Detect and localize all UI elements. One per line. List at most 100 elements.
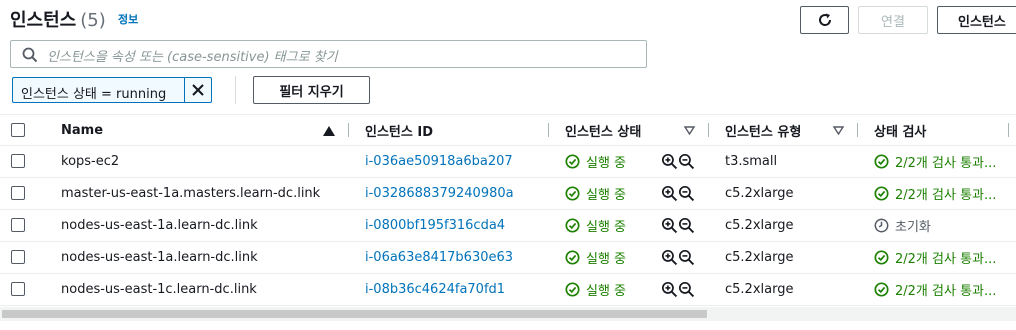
success-check-icon xyxy=(565,186,580,201)
instance-name: kops-ec2 xyxy=(61,146,346,177)
zoom-in-icon[interactable] xyxy=(661,153,678,170)
column-divider[interactable] xyxy=(548,123,549,137)
connect-button[interactable]: 연결 xyxy=(858,6,928,34)
status-check: 2/2개 검사 통과... xyxy=(874,242,1016,273)
success-check-icon xyxy=(874,250,889,265)
column-header-type-label: 인스턴스 유형 xyxy=(725,124,802,140)
success-check-icon xyxy=(565,282,580,297)
page-title: 인스턴스 (5) xyxy=(10,6,106,32)
instance-type: c5.2xlarge xyxy=(725,274,855,305)
instance-state-button[interactable]: 인스턴스 xyxy=(937,6,1016,34)
instance-type-text: c5.2xlarge xyxy=(725,218,794,233)
instance-name-text: nodes-us-east-1a.learn-dc.link xyxy=(61,250,258,265)
column-header-instance-id-label: 인스턴스 ID xyxy=(365,124,433,140)
column-header-status-check[interactable]: 상태 검사 xyxy=(874,115,1004,145)
instance-id-link[interactable]: i-0328688379240980a xyxy=(365,178,545,209)
instance-name-text: master-us-east-1a.masters.learn-dc.link xyxy=(61,186,321,201)
column-divider[interactable] xyxy=(1008,123,1009,137)
row-checkbox[interactable] xyxy=(11,250,25,264)
page-header: 인스턴스 (5) 정보 연결 인스턴스 xyxy=(0,0,1016,38)
zoom-controls xyxy=(661,242,697,273)
refresh-button[interactable] xyxy=(800,6,849,34)
zoom-in-icon[interactable] xyxy=(661,281,678,298)
select-all-checkbox[interactable] xyxy=(11,123,25,137)
column-header-name-label: Name xyxy=(61,122,104,138)
info-link[interactable]: 정보 xyxy=(118,11,138,27)
search-icon xyxy=(22,47,38,63)
filter-token[interactable]: 인스턴스 상태 = running xyxy=(12,77,212,103)
table-row[interactable]: master-us-east-1a.masters.learn-dc.link … xyxy=(0,178,1016,210)
column-divider[interactable] xyxy=(348,123,349,137)
page-title-text: 인스턴스 xyxy=(10,10,77,31)
zoom-out-icon[interactable] xyxy=(678,217,695,234)
instance-id-text: i-0800bf195f316cda4 xyxy=(365,218,506,233)
status-check: 2/2개 검사 통과... xyxy=(874,274,1016,305)
instance-state: 실행 중 xyxy=(565,210,655,241)
clock-icon xyxy=(874,218,889,233)
instance-id-link[interactable]: i-06a63e8417b630e63 xyxy=(365,242,545,273)
search-input[interactable]: 인스턴스을 속성 또는 (case-sensitive) 태그로 찾기 xyxy=(10,40,647,68)
instance-name-text: nodes-us-east-1c.learn-dc.link xyxy=(61,282,257,297)
refresh-icon xyxy=(818,13,831,26)
instance-id-text: i-0328688379240980a xyxy=(365,186,514,201)
instance-name: nodes-us-east-1c.learn-dc.link xyxy=(61,274,346,305)
zoom-in-icon[interactable] xyxy=(661,217,678,234)
instance-type: c5.2xlarge xyxy=(725,210,855,241)
instance-id-text: i-036ae50918a6ba207 xyxy=(365,154,513,169)
instance-state-text: 실행 중 xyxy=(586,284,627,299)
instance-id-link[interactable]: i-08b36c4624fa70fd1 xyxy=(365,274,545,305)
column-header-status-check-label: 상태 검사 xyxy=(874,124,927,140)
clear-filters-button[interactable]: 필터 지우기 xyxy=(253,76,370,104)
success-check-icon xyxy=(565,250,580,265)
table-row[interactable]: kops-ec2 i-036ae50918a6ba207 실행 중 t3.sma… xyxy=(0,146,1016,178)
column-header-state[interactable]: 인스턴스 상태 xyxy=(565,115,695,145)
status-check-text: 초기화 xyxy=(895,220,931,235)
success-check-icon xyxy=(874,154,889,169)
instance-state-text: 실행 중 xyxy=(586,156,627,171)
table-row[interactable]: nodes-us-east-1a.learn-dc.link i-0800bf1… xyxy=(0,210,1016,242)
horizontal-scrollbar[interactable] xyxy=(0,307,1016,321)
instance-id-link[interactable]: i-0800bf195f316cda4 xyxy=(365,210,545,241)
instance-count: (5) xyxy=(80,10,106,31)
zoom-out-icon[interactable] xyxy=(678,153,695,170)
success-check-icon xyxy=(874,186,889,201)
status-check-text: 2/2개 검사 통과... xyxy=(895,188,997,203)
zoom-in-icon[interactable] xyxy=(661,185,678,202)
column-divider[interactable] xyxy=(708,123,709,137)
success-check-icon xyxy=(565,154,580,169)
zoom-out-icon[interactable] xyxy=(678,185,695,202)
instance-type: c5.2xlarge xyxy=(725,178,855,209)
row-checkbox[interactable] xyxy=(11,282,25,296)
instance-id-link[interactable]: i-036ae50918a6ba207 xyxy=(365,146,545,177)
filter-token-label: 인스턴스 상태 = running xyxy=(21,87,167,102)
row-checkbox[interactable] xyxy=(11,218,25,232)
instance-name: master-us-east-1a.masters.learn-dc.link xyxy=(61,178,346,209)
filter-caret-icon[interactable] xyxy=(684,126,695,135)
column-header-name[interactable]: Name xyxy=(61,115,346,145)
table-row[interactable]: nodes-us-east-1a.learn-dc.link i-06a63e8… xyxy=(0,242,1016,274)
column-divider[interactable] xyxy=(857,123,858,137)
scrollbar-thumb[interactable] xyxy=(2,310,707,318)
status-check: 2/2개 검사 통과... xyxy=(874,178,1016,209)
instance-id-text: i-08b36c4624fa70fd1 xyxy=(365,282,506,297)
remove-filter-button[interactable] xyxy=(185,78,211,102)
row-checkbox[interactable] xyxy=(11,154,25,168)
column-header-state-label: 인스턴스 상태 xyxy=(565,124,642,140)
sort-ascending-icon[interactable] xyxy=(323,126,335,136)
row-checkbox[interactable] xyxy=(11,186,25,200)
success-check-icon xyxy=(874,282,889,297)
instance-state: 실행 중 xyxy=(565,146,655,177)
zoom-in-icon[interactable] xyxy=(661,249,678,266)
zoom-out-icon[interactable] xyxy=(678,249,695,266)
status-check-text: 2/2개 검사 통과... xyxy=(895,252,997,267)
filter-caret-icon[interactable] xyxy=(833,126,844,135)
instance-type: t3.small xyxy=(725,146,855,177)
table-header: Name 인스턴스 ID 인스턴스 상태 인스턴스 유형 상태 검사 xyxy=(0,114,1016,146)
zoom-controls xyxy=(661,146,697,177)
instance-name: nodes-us-east-1a.learn-dc.link xyxy=(61,242,346,273)
status-check: 초기화 xyxy=(874,210,1016,241)
table-row[interactable]: nodes-us-east-1c.learn-dc.link i-08b36c4… xyxy=(0,274,1016,306)
instance-state-text: 실행 중 xyxy=(586,252,627,267)
zoom-out-icon[interactable] xyxy=(678,281,695,298)
column-header-instance-id[interactable]: 인스턴스 ID xyxy=(365,115,545,145)
